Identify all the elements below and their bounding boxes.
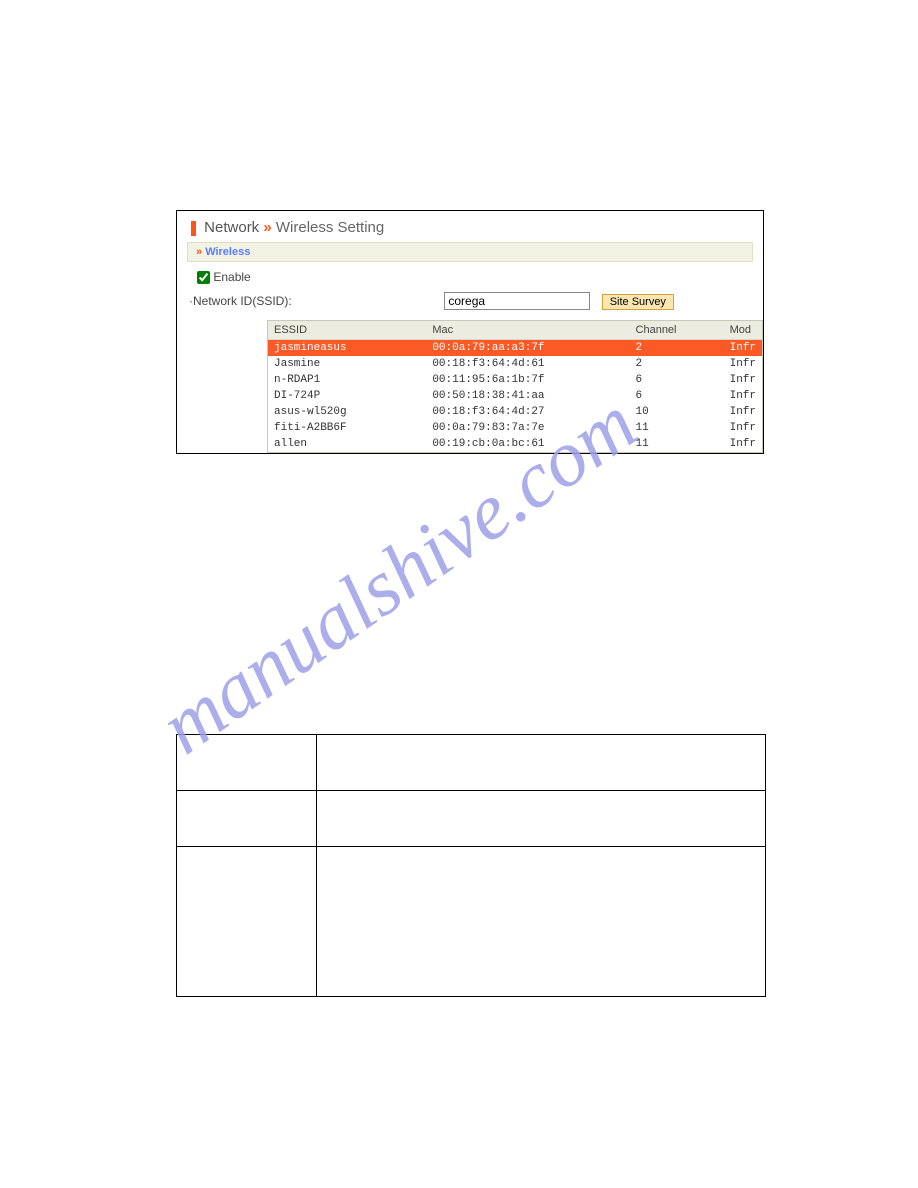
- cell-mode: Infr: [724, 356, 762, 372]
- table-row: [177, 847, 766, 997]
- cell-essid: fiti-A2BB6F: [268, 420, 426, 436]
- cell-essid: DI-724P: [268, 388, 426, 404]
- cell-channel: 6: [630, 372, 724, 388]
- cell-channel: 11: [630, 436, 724, 452]
- enable-checkbox[interactable]: [197, 271, 210, 284]
- section-title: Network » Wireless Setting: [177, 211, 763, 238]
- ssid-row: ·Network ID(SSID): Site Survey: [177, 288, 763, 320]
- cell-channel: 10: [630, 404, 724, 420]
- cell-mode: Infr: [724, 372, 762, 388]
- col-mode: Mod: [724, 321, 762, 340]
- cell-mode: Infr: [724, 420, 762, 436]
- cell-essid: Jasmine: [268, 356, 426, 372]
- cell-mode: Infr: [724, 404, 762, 420]
- cell-mac: 00:18:f3:64:4d:61: [426, 356, 629, 372]
- cell-essid: n-RDAP1: [268, 372, 426, 388]
- cell-channel: 2: [630, 356, 724, 372]
- table-row[interactable]: fiti-A2BB6F00:0a:79:83:7a:7e11Infr: [268, 420, 762, 436]
- cell-mac: 00:11:95:6a:1b:7f: [426, 372, 629, 388]
- breadcrumb-wireless-setting: Wireless Setting: [276, 219, 384, 236]
- ssid-label: ·Network ID(SSID):: [181, 294, 441, 308]
- survey-table-wrap: ESSID Mac Channel Mod jasmineasus00:0a:7…: [267, 320, 763, 453]
- chevron-right-icon: »: [196, 246, 202, 258]
- breadcrumb-network: Network: [204, 219, 259, 236]
- cell-mode: Infr: [724, 436, 762, 452]
- table-row[interactable]: allen00:19:cb:0a:bc:6111Infr: [268, 436, 762, 452]
- cell-mac: 00:0a:79:aa:a3:7f: [426, 340, 629, 357]
- router-screenshot: Network » Wireless Setting » Wireless En…: [176, 210, 764, 454]
- cell-channel: 2: [630, 340, 724, 357]
- table-row: [177, 735, 766, 791]
- table-row[interactable]: asus-wl520g00:18:f3:64:4d:2710Infr: [268, 404, 762, 420]
- sub-header: » Wireless: [187, 242, 753, 262]
- cell-essid: jasmineasus: [268, 340, 426, 357]
- cell-mac: 00:50:18:38:41:aa: [426, 388, 629, 404]
- cell-mode: Infr: [724, 388, 762, 404]
- enable-row: Enable: [177, 266, 763, 288]
- cell-channel: 6: [630, 388, 724, 404]
- table-row: [177, 791, 766, 847]
- chevron-right-icon: »: [263, 219, 271, 236]
- wireless-link[interactable]: Wireless: [205, 246, 250, 258]
- table-row[interactable]: DI-724P00:50:18:38:41:aa6Infr: [268, 388, 762, 404]
- cell-mac: 00:19:cb:0a:bc:61: [426, 436, 629, 452]
- page: Network » Wireless Setting » Wireless En…: [0, 210, 918, 997]
- ssid-input[interactable]: [444, 292, 590, 310]
- cell-mac: 00:18:f3:64:4d:27: [426, 404, 629, 420]
- cell-channel: 11: [630, 420, 724, 436]
- survey-table: ESSID Mac Channel Mod jasmineasus00:0a:7…: [268, 321, 762, 452]
- table-row[interactable]: Jasmine00:18:f3:64:4d:612Infr: [268, 356, 762, 372]
- cell-essid: allen: [268, 436, 426, 452]
- cell-essid: asus-wl520g: [268, 404, 426, 420]
- table-header-row: ESSID Mac Channel Mod: [268, 321, 762, 340]
- accent-bar-icon: [191, 221, 196, 236]
- table-row[interactable]: n-RDAP100:11:95:6a:1b:7f6Infr: [268, 372, 762, 388]
- enable-label: Enable: [213, 270, 250, 284]
- cell-mode: Infr: [724, 340, 762, 357]
- doc-empty-table: [176, 734, 766, 997]
- col-channel: Channel: [630, 321, 724, 340]
- table-row[interactable]: jasmineasus00:0a:79:aa:a3:7f2Infr: [268, 340, 762, 357]
- col-mac: Mac: [426, 321, 629, 340]
- cell-mac: 00:0a:79:83:7a:7e: [426, 420, 629, 436]
- col-essid: ESSID: [268, 321, 426, 340]
- site-survey-button[interactable]: Site Survey: [602, 294, 674, 310]
